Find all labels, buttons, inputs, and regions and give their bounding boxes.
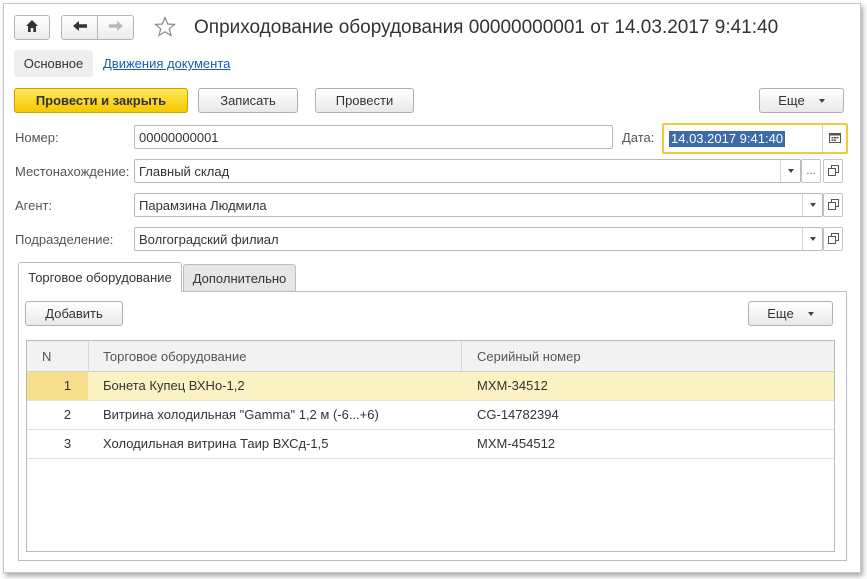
chevron-down-icon [809,237,816,241]
open-icon [827,164,839,179]
division-label: Подразделение: [15,232,114,247]
more-label: Еще [778,93,805,108]
row-serial: CG-14782394 [477,407,559,422]
location-open-button[interactable] [823,159,843,183]
row-equipment: Витрина холодильная "Gamma" 1,2 м (-6...… [103,407,379,422]
tab-equipment[interactable]: Торговое оборудование [18,262,182,292]
post-and-close-button[interactable]: Провести и закрыть [14,88,188,113]
home-icon [25,19,39,36]
column-header-equipment[interactable]: Торговое оборудование [103,341,246,372]
division-field[interactable]: Волгоградский филиал [134,227,823,251]
row-number: 1 [27,372,88,400]
column-header-n[interactable]: N [42,341,51,372]
select-dots: ... [806,165,816,177]
add-row-button[interactable]: Добавить [25,301,123,326]
row-equipment: Холодильная витрина Таир ВХСд-1,5 [103,436,329,451]
back-arrow-icon [72,20,88,35]
column-header-serial[interactable]: Серийный номер [477,341,581,372]
number-value: 00000000001 [139,129,219,145]
agent-open-button[interactable] [823,193,843,217]
back-button[interactable] [61,15,98,40]
date-label: Дата: [622,130,655,145]
row-serial: MXM-454512 [477,436,556,451]
forward-button[interactable] [97,15,134,40]
row-serial: MXM-34512 [477,378,548,393]
chevron-down-icon [787,169,794,173]
forward-arrow-icon [108,20,124,35]
tab-document-movements[interactable]: Движения документа [103,56,230,71]
division-value: Волгоградский филиал [139,231,279,247]
table-more-label: Еще [767,306,794,321]
open-icon [827,198,839,213]
add-label: Добавить [45,306,103,321]
star-icon[interactable] [153,15,177,41]
save-label: Записать [220,93,276,108]
row-equipment: Бонета Купец ВХНо-1,2 [103,378,245,393]
number-field[interactable]: 00000000001 [134,125,613,149]
table-row[interactable]: 3 Холодильная витрина Таир ВХСд-1,5 MXM-… [27,430,834,459]
row-number: 3 [63,436,72,451]
post-and-close-label: Провести и закрыть [35,93,167,108]
chevron-down-icon [818,98,825,103]
chevron-down-icon [809,203,816,207]
location-field[interactable]: Главный склад [134,159,801,183]
table-row[interactable]: 2 Витрина холодильная "Gamma" 1,2 м (-6.… [27,401,834,430]
home-button[interactable] [14,15,50,40]
post-label: Провести [335,93,394,108]
location-value: Главный склад [139,163,230,179]
agent-dropdown-button[interactable] [802,194,822,216]
post-button[interactable]: Провести [315,88,414,113]
location-select-button[interactable]: ... [801,159,821,183]
save-button[interactable]: Записать [198,88,298,113]
table-more-button[interactable]: Еще [748,301,833,326]
agent-field[interactable]: Парамзина Людмила [134,193,823,217]
location-label: Местонахождение: [15,164,130,179]
chevron-down-icon [807,311,814,316]
location-dropdown-button[interactable] [780,160,800,182]
tab-main[interactable]: Основное [14,50,93,77]
date-field[interactable]: 14.03.2017 9:41:40 [662,123,848,154]
table-row[interactable]: 1 Бонета Купец ВХНо-1,2 MXM-34512 [27,372,834,401]
open-icon [827,232,839,247]
table-header: N Торговое оборудование Серийный номер [27,341,834,372]
more-menu-button[interactable]: Еще [759,88,844,113]
row-number: 2 [63,407,72,422]
equipment-table: N Торговое оборудование Серийный номер 1… [26,340,835,552]
page-title: Оприходование оборудования 00000000001 о… [194,17,779,38]
calendar-button[interactable] [822,125,846,152]
tab-additional[interactable]: Дополнительно [183,264,296,291]
number-label: Номер: [15,130,59,145]
agent-value: Парамзина Людмила [139,197,267,213]
date-value: 14.03.2017 9:41:40 [669,131,786,147]
document-window: Оприходование оборудования 00000000001 о… [3,3,861,573]
calendar-icon [828,131,841,146]
division-open-button[interactable] [823,227,843,251]
division-dropdown-button[interactable] [802,228,822,250]
agent-label: Агент: [15,198,53,213]
